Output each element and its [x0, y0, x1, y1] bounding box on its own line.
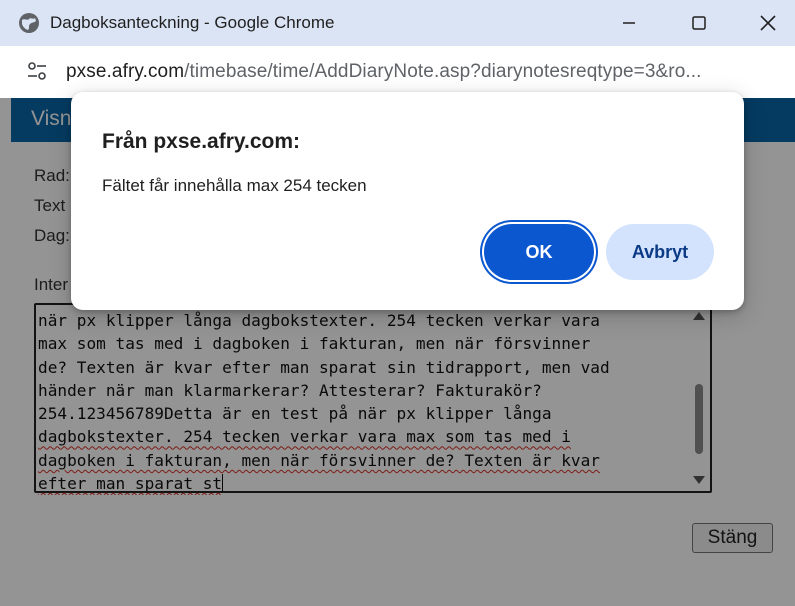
globe-icon [18, 12, 40, 34]
ok-button[interactable]: OK [484, 224, 594, 280]
close-window-button[interactable] [748, 8, 788, 38]
minimize-icon [623, 22, 635, 24]
url-text[interactable]: pxse.afry.com/timebase/time/AddDiaryNote… [66, 61, 702, 83]
cancel-button[interactable]: Avbryt [606, 224, 714, 280]
address-bar[interactable]: pxse.afry.com/timebase/time/AddDiaryNote… [0, 46, 795, 98]
close-icon [760, 15, 776, 31]
maximize-icon [692, 16, 706, 30]
alert-dialog: Från pxse.afry.com: Fältet får innehålla… [71, 92, 744, 310]
dialog-title: Från pxse.afry.com: [102, 130, 301, 153]
title-bar[interactable]: Dagboksanteckning - Google Chrome [0, 0, 795, 46]
window-title: Dagboksanteckning - Google Chrome [50, 13, 335, 32]
maximize-button[interactable] [679, 8, 719, 38]
dialog-message: Fältet får innehålla max 254 tecken [102, 176, 367, 195]
site-settings-icon[interactable] [26, 60, 48, 82]
url-path: /timebase/time/AddDiaryNote.asp?diarynot… [184, 61, 702, 82]
url-host: pxse.afry.com [66, 61, 185, 82]
minimize-button[interactable] [609, 8, 649, 38]
browser-window: Dagboksanteckning - Google Chrome pxse.a… [0, 0, 795, 606]
